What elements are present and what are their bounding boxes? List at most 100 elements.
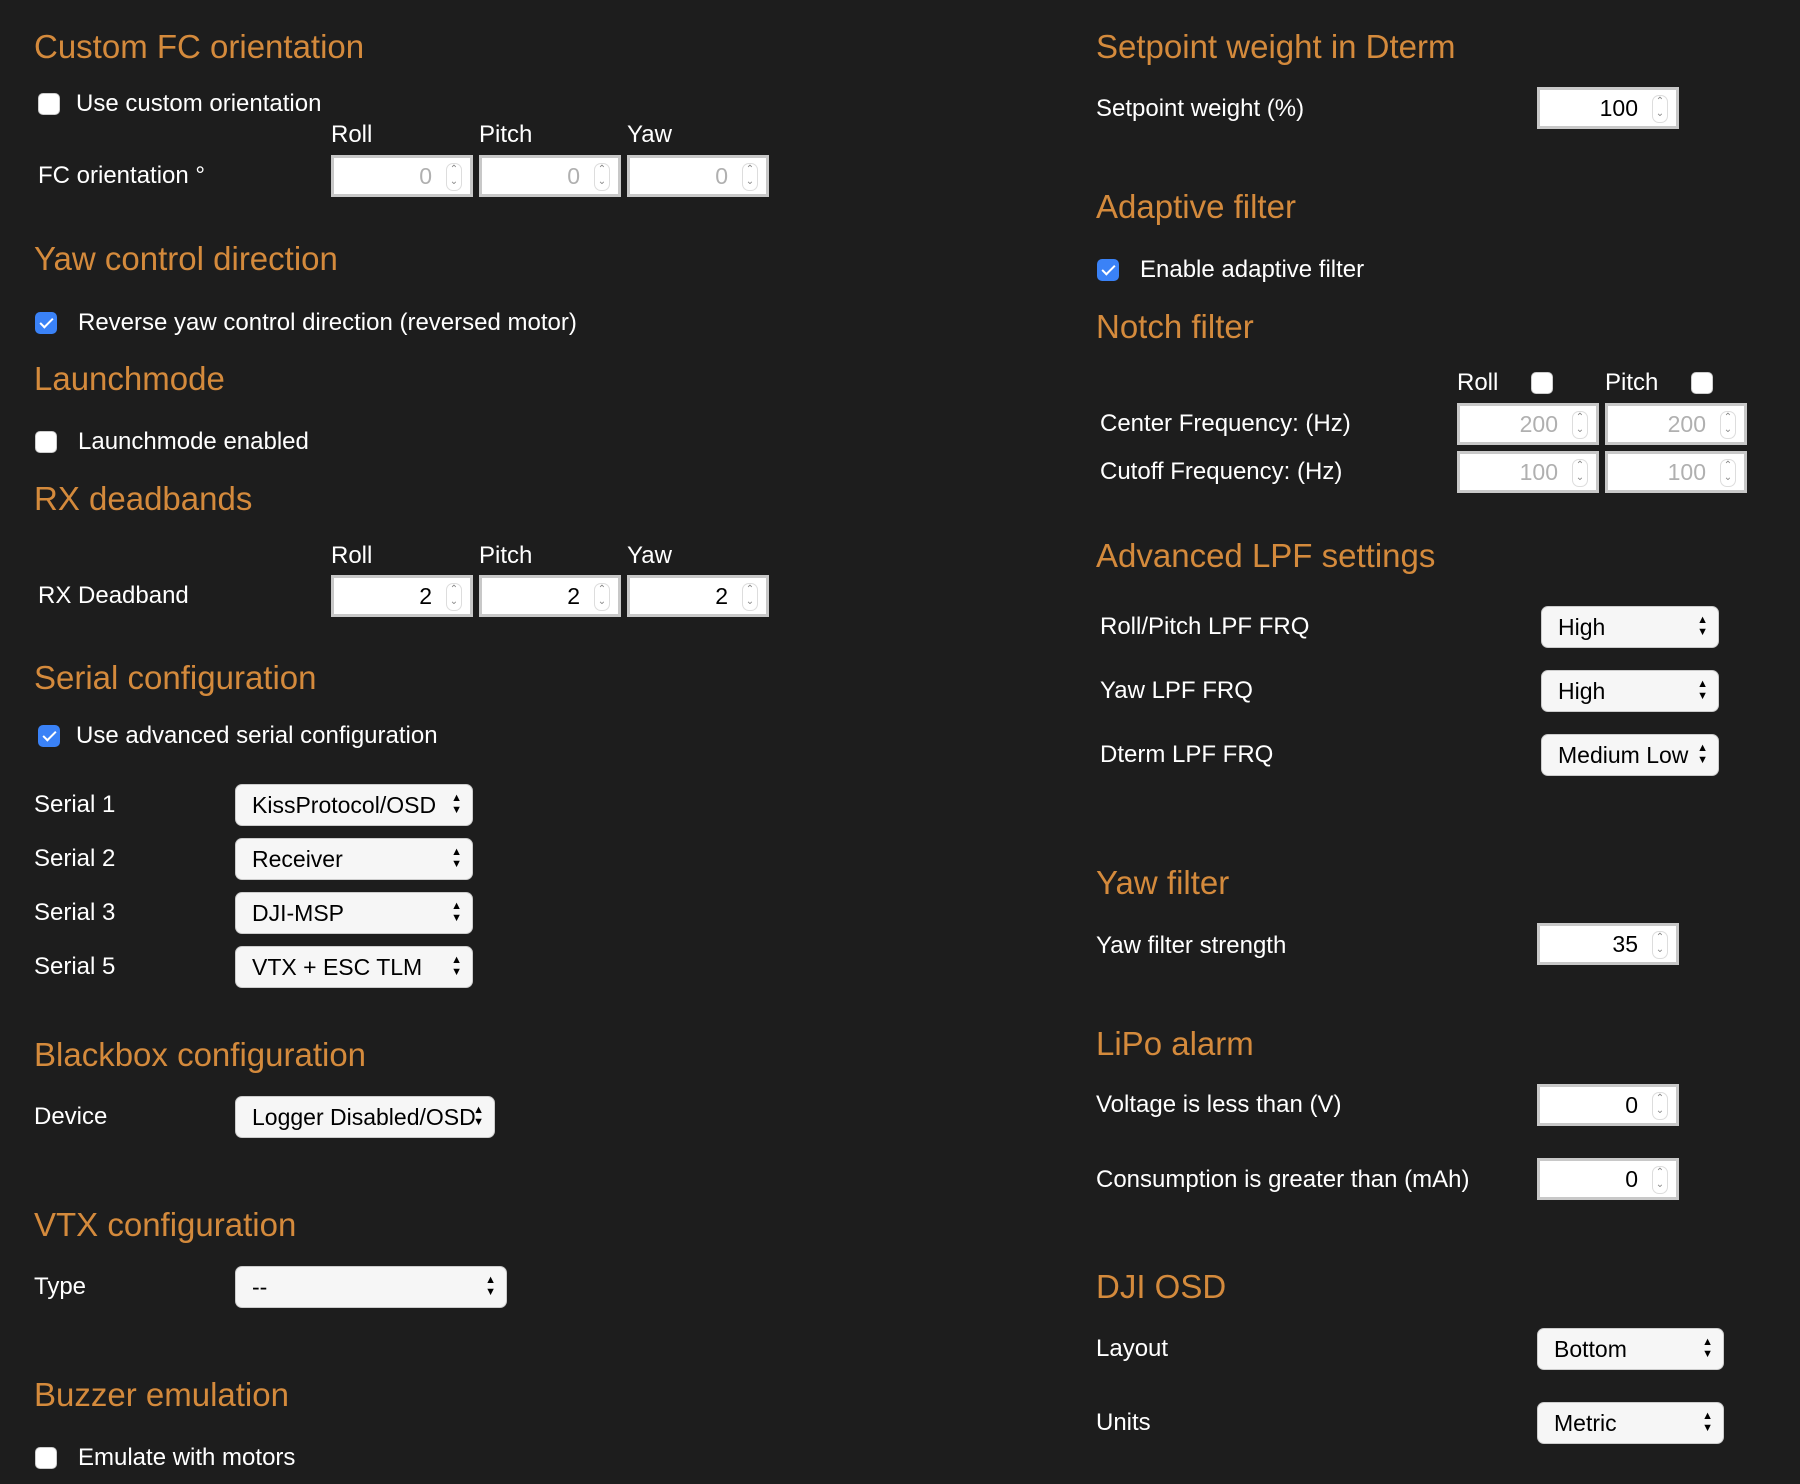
notch-pitch-checkbox[interactable]	[1691, 372, 1713, 394]
rollpitch-lpf-label: Roll/Pitch LPF FRQ	[1100, 613, 1310, 640]
dji-units-select[interactable]: Metric ▲ ▼	[1537, 1402, 1724, 1444]
rollpitch-lpf-select[interactable]: High ▲ ▼	[1541, 606, 1719, 648]
section-title-adaptive: Adaptive filter	[1096, 188, 1296, 225]
col-yaw: Yaw	[627, 121, 672, 148]
cutoff-pitch-input[interactable]: 100 ⌃ ⌄	[1605, 451, 1747, 493]
advanced-serial-checkbox[interactable]	[38, 725, 60, 747]
dji-units-label: Units	[1096, 1409, 1151, 1436]
number-spinner-icon[interactable]: ⌃ ⌄	[1652, 931, 1668, 959]
value: --	[252, 1274, 268, 1300]
select-arrows-icon: ▲ ▼	[451, 792, 462, 816]
adaptive-filter-label: Enable adaptive filter	[1140, 256, 1365, 283]
value: 35	[1612, 931, 1638, 957]
yaw-lpf-select[interactable]: High ▲ ▼	[1541, 670, 1719, 712]
serial-3-label: Serial 3	[34, 899, 116, 926]
section-title-yaw-control: Yaw control direction	[34, 240, 338, 277]
fc-yaw-input[interactable]: 0 ⌃ ⌄	[627, 155, 769, 197]
serial-5-label: Serial 5	[34, 953, 116, 980]
voltage-input[interactable]: 0 ⌃ ⌄	[1537, 1084, 1679, 1126]
number-spinner-icon[interactable]: ⌃ ⌄	[594, 583, 610, 611]
select-arrows-icon: ▲ ▼	[451, 954, 462, 978]
number-spinner-icon[interactable]: ⌃ ⌄	[742, 583, 758, 611]
value: 200	[1519, 411, 1558, 437]
number-spinner-icon[interactable]: ⌃ ⌄	[1652, 95, 1668, 123]
value: 100	[1667, 459, 1706, 485]
launchmode-checkbox[interactable]	[35, 431, 57, 453]
serial-2-select[interactable]: Receiver ▲ ▼	[235, 838, 473, 880]
number-spinner-icon[interactable]: ⌃ ⌄	[1720, 411, 1736, 439]
rx-deadband-label: RX Deadband	[38, 582, 189, 609]
section-title-serial: Serial configuration	[34, 659, 317, 696]
serial-5-select[interactable]: VTX + ESC TLM ▲ ▼	[235, 946, 473, 988]
number-spinner-icon[interactable]: ⌃ ⌄	[446, 163, 462, 191]
number-spinner-icon[interactable]: ⌃ ⌄	[446, 583, 462, 611]
select-arrows-icon: ▲ ▼	[485, 1274, 496, 1298]
serial-1-label: Serial 1	[34, 791, 116, 818]
section-title-notch: Notch filter	[1096, 308, 1254, 345]
dji-layout-select[interactable]: Bottom ▲ ▼	[1537, 1328, 1724, 1370]
number-spinner-icon[interactable]: ⌃ ⌄	[1652, 1092, 1668, 1120]
fc-roll-input[interactable]: 0 ⌃ ⌄	[331, 155, 473, 197]
dterm-lpf-select[interactable]: Medium Low ▲ ▼	[1541, 734, 1719, 776]
serial-2-label: Serial 2	[34, 845, 116, 872]
center-frequency-label: Center Frequency: (Hz)	[1100, 410, 1351, 437]
use-custom-orientation-label: Use custom orientation	[76, 90, 322, 117]
rx-roll-input[interactable]: 2 ⌃ ⌄	[331, 575, 473, 617]
yaw-filter-strength-label: Yaw filter strength	[1096, 932, 1287, 959]
number-spinner-icon[interactable]: ⌃ ⌄	[742, 163, 758, 191]
center-roll-input[interactable]: 200 ⌃ ⌄	[1457, 403, 1599, 445]
rx-yaw-input[interactable]: 2 ⌃ ⌄	[627, 575, 769, 617]
fc-pitch-input[interactable]: 0 ⌃ ⌄	[479, 155, 621, 197]
notch-col-pitch: Pitch	[1605, 369, 1659, 396]
select-arrows-icon: ▲ ▼	[1697, 742, 1708, 766]
value: DJI-MSP	[252, 900, 344, 926]
rx-pitch-input[interactable]: 2 ⌃ ⌄	[479, 575, 621, 617]
select-arrows-icon: ▲ ▼	[1697, 678, 1708, 702]
value: 0	[1625, 1092, 1638, 1118]
center-pitch-input[interactable]: 200 ⌃ ⌄	[1605, 403, 1747, 445]
adaptive-filter-checkbox[interactable]	[1097, 259, 1119, 281]
serial-3-select[interactable]: DJI-MSP ▲ ▼	[235, 892, 473, 934]
value: 2	[567, 583, 580, 609]
section-title-fc-orientation: Custom FC orientation	[34, 28, 365, 65]
col-pitch: Pitch	[479, 542, 533, 569]
cutoff-roll-input[interactable]: 100 ⌃ ⌄	[1457, 451, 1599, 493]
value: Logger Disabled/OSD	[252, 1104, 476, 1130]
value: KissProtocol/OSD	[252, 792, 437, 818]
section-title-buzzer: Buzzer emulation	[34, 1376, 289, 1413]
section-title-blackbox: Blackbox configuration	[34, 1036, 367, 1073]
blackbox-device-select[interactable]: Logger Disabled/OSD ▲ ▼	[235, 1096, 495, 1138]
voltage-label: Voltage is less than (V)	[1096, 1091, 1342, 1118]
value: High	[1558, 614, 1606, 640]
col-roll: Roll	[331, 121, 373, 148]
number-spinner-icon[interactable]: ⌃ ⌄	[1572, 459, 1588, 487]
value: 100	[1599, 95, 1638, 121]
value: Metric	[1554, 1410, 1617, 1436]
emulate-motors-label: Emulate with motors	[78, 1444, 296, 1471]
notch-roll-checkbox[interactable]	[1531, 372, 1553, 394]
vtx-type-select[interactable]: -- ▲ ▼	[235, 1266, 507, 1308]
number-spinner-icon[interactable]: ⌃ ⌄	[1572, 411, 1588, 439]
section-title-dji-osd: DJI OSD	[1096, 1268, 1227, 1305]
yaw-filter-strength-input[interactable]: 35 ⌃ ⌄	[1537, 923, 1679, 965]
cutoff-frequency-label: Cutoff Frequency: (Hz)	[1100, 458, 1343, 485]
consumption-input[interactable]: 0 ⌃ ⌄	[1537, 1158, 1679, 1200]
select-arrows-icon: ▲ ▼	[451, 900, 462, 924]
col-roll: Roll	[331, 542, 373, 569]
number-spinner-icon[interactable]: ⌃ ⌄	[1720, 459, 1736, 487]
number-spinner-icon[interactable]: ⌃ ⌄	[1652, 1166, 1668, 1194]
value: 2	[419, 583, 432, 609]
value: 2	[715, 583, 728, 609]
value: Receiver	[252, 846, 343, 872]
number-spinner-icon[interactable]: ⌃ ⌄	[594, 163, 610, 191]
section-title-lpf: Advanced LPF settings	[1096, 537, 1436, 574]
value: 0	[567, 163, 580, 189]
reverse-yaw-checkbox[interactable]	[35, 312, 57, 334]
use-custom-orientation-checkbox[interactable]	[38, 93, 60, 115]
emulate-motors-checkbox[interactable]	[35, 1447, 57, 1469]
select-arrows-icon: ▲ ▼	[1702, 1336, 1713, 1360]
setpoint-weight-input[interactable]: 100 ⌃ ⌄	[1537, 87, 1679, 129]
dterm-lpf-label: Dterm LPF FRQ	[1100, 741, 1274, 768]
section-title-vtx: VTX configuration	[34, 1206, 297, 1243]
serial-1-select[interactable]: KissProtocol/OSD ▲ ▼	[235, 784, 473, 826]
